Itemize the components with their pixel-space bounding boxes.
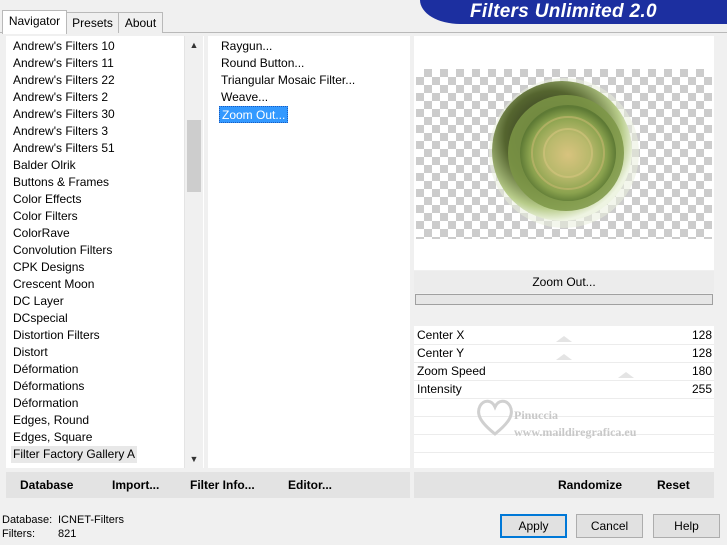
category-item[interactable]: Distort [11, 344, 50, 361]
category-item[interactable]: Color Filters [11, 208, 80, 225]
progress-bar [415, 294, 713, 305]
editor-button[interactable]: Editor... [288, 472, 332, 498]
category-item[interactable]: Andrew's Filters 22 [11, 72, 117, 89]
watermark-heart-icon [477, 399, 513, 436]
filter-item[interactable]: Round Button... [219, 55, 306, 72]
database-button[interactable]: Database [20, 472, 73, 498]
category-scrollbar[interactable]: ▲ ▼ [184, 36, 203, 468]
randomize-button[interactable]: Randomize [558, 472, 622, 498]
param-row-center-x[interactable]: Center X 128 [414, 326, 714, 345]
tab-about[interactable]: About [118, 12, 163, 33]
category-item[interactable]: CPK Designs [11, 259, 86, 276]
watermark-url: www.maildiregrafica.eu [514, 425, 637, 439]
filter-info-button[interactable]: Filter Info... [190, 472, 255, 498]
category-item[interactable]: Andrew's Filters 10 [11, 38, 117, 55]
param-value: 180 [691, 364, 712, 378]
empty-param-row [414, 452, 714, 453]
filter-list[interactable]: Raygun... Round Button... Triangular Mos… [208, 36, 410, 468]
filter-item[interactable]: Raygun... [219, 38, 274, 55]
category-item[interactable]: Déformation [11, 361, 80, 378]
param-label: Center Y [417, 346, 465, 360]
category-item-selected[interactable]: Filter Factory Gallery A [11, 446, 138, 463]
category-item[interactable]: Color Effects [11, 191, 83, 208]
category-item[interactable]: Andrew's Filters 2 [11, 89, 110, 106]
app-title: Filters Unlimited 2.0 [470, 1, 657, 22]
watermark-name: Pinuccia [514, 408, 558, 422]
database-label: Database: [2, 514, 53, 526]
filter-item-selected[interactable]: Zoom Out... [219, 106, 289, 123]
scrollbar-thumb[interactable] [187, 120, 201, 192]
reset-button[interactable]: Reset [657, 472, 690, 498]
filter-item[interactable]: Weave... [219, 89, 270, 106]
category-item[interactable]: Distortion Filters [11, 327, 102, 344]
import-button[interactable]: Import... [112, 472, 159, 498]
scroll-up-icon[interactable]: ▲ [185, 36, 203, 54]
right-action-bar: Randomize Reset [414, 472, 714, 498]
param-value: 255 [691, 382, 712, 396]
category-item[interactable]: Crescent Moon [11, 276, 96, 293]
category-item[interactable]: Edges, Round [11, 412, 91, 429]
filters-count-value: 821 [58, 528, 77, 540]
category-item[interactable]: Andrew's Filters 11 [11, 55, 116, 72]
category-list[interactable]: Andrew's Filters 10 Andrew's Filters 11 … [6, 36, 204, 468]
param-label: Zoom Speed [417, 364, 486, 378]
param-value: 128 [691, 328, 712, 342]
help-button[interactable]: Help [653, 514, 720, 538]
slider-marker [556, 354, 572, 360]
database-value: ICNET-Filters [58, 514, 124, 526]
category-item[interactable]: ColorRave [11, 225, 72, 242]
current-filter-name: Zoom Out... [414, 271, 714, 293]
filter-item[interactable]: Triangular Mosaic Filter... [219, 72, 357, 89]
app-banner: Filters Unlimited 2.0 [420, 0, 727, 24]
category-item[interactable]: Buttons & Frames [11, 174, 111, 191]
category-item[interactable]: Balder Olrik [11, 157, 78, 174]
param-label: Center X [417, 328, 465, 342]
param-label: Intensity [417, 382, 462, 396]
preview-panel [414, 36, 714, 270]
param-row-center-y[interactable]: Center Y 128 [414, 344, 714, 363]
tab-navigator[interactable]: Navigator [2, 10, 67, 34]
category-item[interactable]: Déformation [11, 395, 80, 412]
scroll-down-icon[interactable]: ▼ [185, 450, 203, 468]
filters-count-label: Filters: [2, 528, 35, 540]
param-row-zoom-speed[interactable]: Zoom Speed 180 [414, 362, 714, 381]
slider-marker [618, 372, 634, 378]
apply-button[interactable]: Apply [500, 514, 567, 538]
category-item[interactable]: Déformations [11, 378, 86, 395]
slider-marker [556, 336, 572, 342]
cancel-button[interactable]: Cancel [576, 514, 643, 538]
category-item[interactable]: DC Layer [11, 293, 66, 310]
category-item[interactable]: Edges, Square [11, 429, 94, 446]
category-item[interactable]: Andrew's Filters 30 [11, 106, 117, 123]
category-item[interactable]: Convolution Filters [11, 242, 114, 259]
param-value: 128 [691, 346, 712, 360]
watermark: Pinuccia www.maildiregrafica.eu [464, 388, 694, 440]
left-action-bar: Database Import... Filter Info... Editor… [6, 472, 410, 498]
category-item[interactable]: Andrew's Filters 51 [11, 140, 117, 157]
preview-image [489, 78, 639, 228]
preview-canvas [416, 69, 712, 239]
category-item[interactable]: Andrew's Filters 3 [11, 123, 110, 140]
tab-presets[interactable]: Presets [66, 12, 119, 33]
category-item[interactable]: DCspecial [11, 310, 70, 327]
